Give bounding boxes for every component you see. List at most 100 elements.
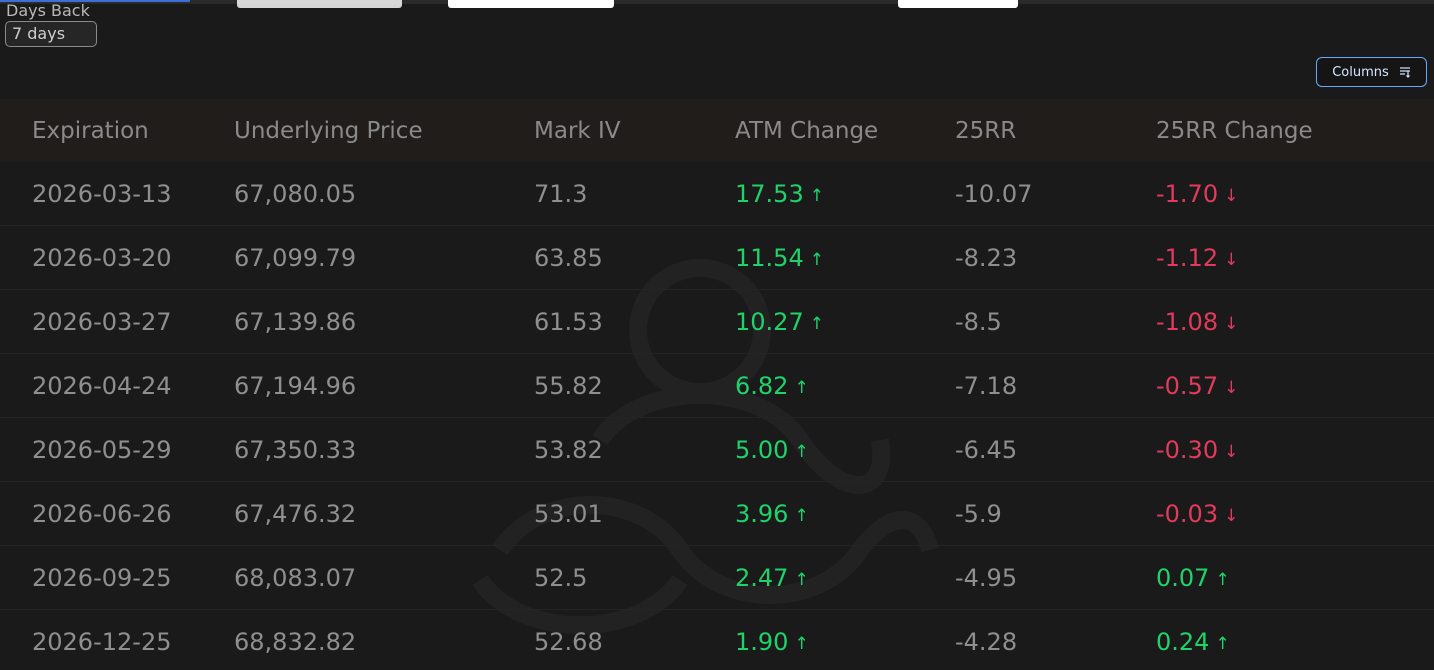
header-mark-iv[interactable]: Mark IV [534,118,621,144]
arrow-down-icon: ↓ [1224,249,1239,270]
cell-expiration: 2026-12-25 [32,627,172,656]
arrow-up-icon: ↑ [1215,569,1230,590]
cell-25rr: -4.95 [955,563,1018,592]
columns-icon [1399,67,1410,78]
header-25rr-change[interactable]: 25RR Change [1156,118,1313,144]
top-strip [0,0,1434,4]
cell-25rr-change: -0.03 ↓ [1156,500,1238,528]
atm-change-value: 11.54 [735,243,804,272]
cell-atm-change: 2.47 ↑ [735,564,809,592]
atm-change-value: 17.53 [735,179,804,208]
cell-25rr: -5.9 [955,499,1002,528]
rr25-change-value: 0.07 [1156,563,1210,592]
cell-25rr: -4.28 [955,627,1018,656]
atm-change-value: 2.47 [735,563,789,592]
table-row[interactable]: 2026-06-26 67,476.32 53.01 3.96 ↑ -5.9 -0.03 ↓ [0,482,1434,546]
table-row[interactable]: 2026-05-29 67,350.33 53.82 5.00 ↑ -6.45 -0.30 ↓ [0,418,1434,482]
rr25-change-value: -1.70 [1156,179,1219,208]
table-row[interactable]: 2026-03-13 67,080.05 71.3 17.53 ↑ -10.07 -1.70… [0,162,1434,226]
table-row[interactable]: 2026-04-24 67,194.96 55.82 6.82 ↑ -7.18 -0.57 ↓ [0,354,1434,418]
atm-change-value: 5.00 [735,435,789,464]
cell-25rr: -8.23 [955,243,1018,272]
days-back-select[interactable]: 7 days [5,21,97,47]
table-row[interactable]: 2026-12-25 68,832.82 52.68 1.90 ↑ -4.28 0.24 ↑ [0,610,1434,670]
cropped-header-value [448,0,614,8]
rr25-change-value: -0.57 [1156,371,1219,400]
cell-underlying-price: 67,080.05 [234,179,357,208]
options-table: Expiration Underlying Price Mark IV ATM … [0,99,1434,670]
cell-25rr-change: -1.70 ↓ [1156,180,1238,208]
cropped-header-value-2 [898,0,1018,8]
cell-expiration: 2026-03-20 [32,243,172,272]
cell-atm-change: 10.27 ↑ [735,308,824,336]
cropped-header-text [237,0,402,8]
table-row[interactable]: 2026-03-27 67,139.86 61.53 10.27 ↑ -8.5 -1.08 ↓ [0,290,1434,354]
cell-expiration: 2026-09-25 [32,563,172,592]
cell-underlying-price: 67,139.86 [234,307,357,336]
arrow-down-icon: ↓ [1224,377,1239,398]
rr25-change-value: -1.08 [1156,307,1219,336]
cell-25rr: -8.5 [955,307,1002,336]
columns-button[interactable]: Columns [1316,57,1427,87]
cell-25rr-change: -0.30 ↓ [1156,436,1238,464]
arrow-up-icon: ↑ [794,441,809,462]
rr25-change-value: 0.24 [1156,627,1210,656]
cell-25rr-change: -1.12 ↓ [1156,244,1238,272]
columns-button-label: Columns [1332,64,1389,80]
rr25-change-value: -0.30 [1156,435,1219,464]
arrow-up-icon: ↑ [794,633,809,654]
days-back-label: Days Back [6,1,90,20]
rr25-change-value: -0.03 [1156,499,1219,528]
cell-25rr: -6.45 [955,435,1018,464]
cell-mark-iv: 53.01 [534,499,603,528]
cell-expiration: 2026-06-26 [32,499,172,528]
header-underlying-price[interactable]: Underlying Price [234,118,423,144]
cell-25rr-change: -1.08 ↓ [1156,308,1238,336]
cell-mark-iv: 52.68 [534,627,603,656]
cell-atm-change: 11.54 ↑ [735,244,824,272]
header-25rr[interactable]: 25RR [955,118,1016,144]
cell-atm-change: 1.90 ↑ [735,628,809,656]
arrow-up-icon: ↑ [809,185,824,206]
cell-expiration: 2026-05-29 [32,435,172,464]
atm-change-value: 3.96 [735,499,789,528]
atm-change-value: 6.82 [735,371,789,400]
cell-underlying-price: 67,194.96 [234,371,357,400]
cell-atm-change: 5.00 ↑ [735,436,809,464]
cell-25rr-change: 0.07 ↑ [1156,564,1230,592]
arrow-up-icon: ↑ [1215,633,1230,654]
cell-25rr: -10.07 [955,179,1033,208]
cell-mark-iv: 55.82 [534,371,603,400]
arrow-up-icon: ↑ [794,569,809,590]
cell-mark-iv: 63.85 [534,243,603,272]
table-row[interactable]: 2026-03-20 67,099.79 63.85 11.54 ↑ -8.23 -1.12… [0,226,1434,290]
rr25-change-value: -1.12 [1156,243,1219,272]
arrow-up-icon: ↑ [794,505,809,526]
table-body: 2026-03-13 67,080.05 71.3 17.53 ↑ -10.07 -1.70… [0,162,1434,670]
cell-underlying-price: 67,350.33 [234,435,357,464]
cell-underlying-price: 68,832.82 [234,627,357,656]
cell-25rr: -7.18 [955,371,1018,400]
header-atm-change[interactable]: ATM Change [735,118,878,144]
cell-expiration: 2026-03-27 [32,307,172,336]
table-header: Expiration Underlying Price Mark IV ATM … [0,99,1434,162]
cell-mark-iv: 52.5 [534,563,588,592]
cell-underlying-price: 68,083.07 [234,563,357,592]
arrow-up-icon: ↑ [809,313,824,334]
atm-change-value: 1.90 [735,627,789,656]
cell-atm-change: 17.53 ↑ [735,180,824,208]
arrow-up-icon: ↑ [809,249,824,270]
arrow-down-icon: ↓ [1224,505,1239,526]
arrow-down-icon: ↓ [1224,441,1239,462]
cell-25rr-change: 0.24 ↑ [1156,628,1230,656]
cell-mark-iv: 53.82 [534,435,603,464]
page: Days Back 7 days Columns Expiration Unde… [0,0,1434,670]
header-expiration[interactable]: Expiration [32,118,149,144]
cell-underlying-price: 67,099.79 [234,243,357,272]
cell-mark-iv: 61.53 [534,307,603,336]
arrow-down-icon: ↓ [1224,185,1239,206]
cell-25rr-change: -0.57 ↓ [1156,372,1238,400]
cell-underlying-price: 67,476.32 [234,499,357,528]
table-row[interactable]: 2026-09-25 68,083.07 52.5 2.47 ↑ -4.95 0.07 ↑ [0,546,1434,610]
cell-expiration: 2026-04-24 [32,371,172,400]
